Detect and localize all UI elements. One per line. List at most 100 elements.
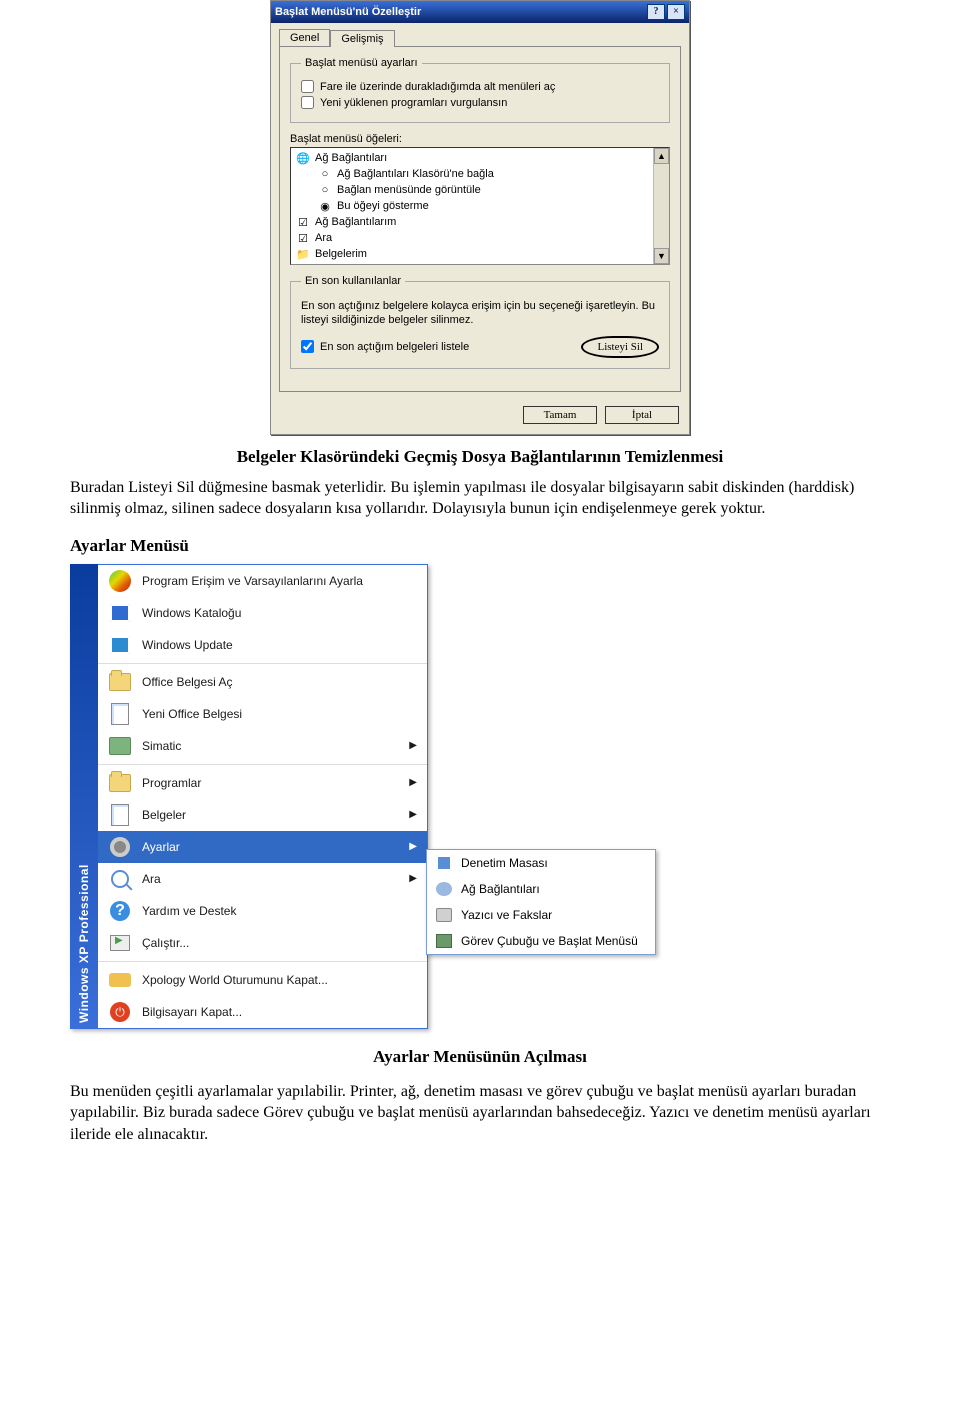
chevron-right-icon: ▶ <box>409 841 417 852</box>
dialog-titlebar[interactable]: Başlat Menüsü'nü Özelleştir ? × <box>271 1 689 23</box>
documents-icon <box>108 803 132 827</box>
taskbar-icon <box>435 932 453 950</box>
folder-icon: 📁 <box>295 247 311 261</box>
submenu-item-control-panel[interactable]: Denetim Masası <box>427 850 655 876</box>
section-heading: Belgeler Klasöründeki Geçmiş Dosya Bağla… <box>70 447 890 467</box>
list-item[interactable]: Belgelerim <box>315 248 367 260</box>
radio-icon[interactable]: ○ <box>317 167 333 181</box>
windows-update-icon <box>108 633 132 657</box>
new-document-icon <box>108 702 132 726</box>
list-item[interactable]: Ağ Bağlantıları Klasörü'ne bağla <box>337 168 494 180</box>
section-heading: Ayarlar Menüsü <box>70 536 890 556</box>
menu-item-search[interactable]: Ara ▶ <box>98 863 427 895</box>
programs-folder-icon <box>108 771 132 795</box>
chevron-right-icon: ▶ <box>409 740 417 751</box>
menu-item-shutdown[interactable]: ⏻Bilgisayarı Kapat... <box>98 996 427 1028</box>
menu-item-label: Windows Kataloğu <box>142 606 241 620</box>
menu-item-help[interactable]: ? Yardım ve Destek <box>98 895 427 927</box>
checkbox-checked-icon[interactable]: ☑ <box>295 231 311 245</box>
menu-item-label: Belgeler <box>142 808 186 822</box>
items-label: Başlat menüsü öğeleri: <box>290 133 670 145</box>
menu-item-open-office[interactable]: Office Belgesi Aç <box>98 666 427 698</box>
menu-item-label: Windows Update <box>142 638 233 652</box>
paragraph: Buradan Listeyi Sil düğmesine basmak yet… <box>70 477 890 520</box>
help-button[interactable]: ? <box>647 4 665 20</box>
network-icon: 🌐 <box>295 151 311 165</box>
checkbox-label: Yeni yüklenen programları vurgulansın <box>320 97 507 109</box>
submenu-label: Denetim Masası <box>461 856 548 870</box>
submenu-item-taskbar[interactable]: Görev Çubuğu ve Başlat Menüsü <box>427 928 655 954</box>
scrollbar[interactable]: ▲ ▼ <box>653 148 669 264</box>
submenu-item-printers[interactable]: Yazıcı ve Fakslar <box>427 902 655 928</box>
logoff-icon <box>108 968 132 992</box>
submenu-item-network[interactable]: Ağ Bağlantıları <box>427 876 655 902</box>
checkbox-label: En son açtığım belgeleri listele <box>320 341 469 353</box>
group-legend: En son kullanılanlar <box>301 275 405 287</box>
band-title: Windows XP <box>77 946 91 1023</box>
menu-item-simatic[interactable]: Simatic ▶ <box>98 730 427 762</box>
start-menu-band: Windows XP Professional <box>70 564 98 1029</box>
close-button[interactable]: × <box>667 4 685 20</box>
chevron-right-icon: ▶ <box>409 777 417 788</box>
start-menu-settings-group: Başlat menüsü ayarları Fare ile üzerinde… <box>290 57 670 123</box>
tab-advanced[interactable]: Gelişmiş <box>330 30 394 47</box>
menu-item-new-office[interactable]: Yeni Office Belgesi <box>98 698 427 730</box>
scroll-down-icon[interactable]: ▼ <box>654 248 669 264</box>
windows-icon <box>108 601 132 625</box>
dialog-title: Başlat Menüsü'nü Özelleştir <box>275 6 421 18</box>
radio-icon-selected[interactable]: ◉ <box>317 199 333 213</box>
list-item[interactable]: Ara <box>315 232 332 244</box>
menu-item-label: Ayarlar <box>142 840 180 854</box>
power-icon: ⏻ <box>108 1000 132 1024</box>
settings-submenu: Denetim Masası Ağ Bağlantıları Yazıcı ve… <box>426 849 656 955</box>
menu-item-label: Program Erişim ve Varsayılanlarını Ayarl… <box>142 574 363 588</box>
menu-item-run[interactable]: Çalıştır... <box>98 927 427 959</box>
list-item[interactable]: Bu öğeyi gösterme <box>337 200 429 212</box>
menu-item-programs[interactable]: Programlar ▶ <box>98 767 427 799</box>
printer-icon <box>435 906 453 924</box>
chevron-right-icon: ▶ <box>409 809 417 820</box>
menu-item-program-access[interactable]: Program Erişim ve Varsayılanlarını Ayarl… <box>98 565 427 597</box>
folder-open-icon <box>108 670 132 694</box>
checkbox-list-recent[interactable] <box>301 340 314 353</box>
scroll-up-icon[interactable]: ▲ <box>654 148 669 164</box>
start-menu-items-list[interactable]: 🌐 Ağ Bağlantıları ○ Ağ Bağlantıları Klasör… <box>290 147 670 265</box>
menu-item-label: Programlar <box>142 776 201 790</box>
radio-icon[interactable]: ○ <box>317 183 333 197</box>
menu-item-label: Yardım ve Destek <box>142 904 236 918</box>
menu-item-documents[interactable]: Belgeler ▶ <box>98 799 427 831</box>
cancel-button[interactable]: İptal <box>605 406 679 424</box>
simatic-icon <box>108 734 132 758</box>
menu-item-label: Simatic <box>142 739 181 753</box>
tab-general[interactable]: Genel <box>279 29 330 46</box>
menu-item-windows-catalog[interactable]: Windows Kataloğu <box>98 597 427 629</box>
group-legend: Başlat menüsü ayarları <box>301 57 422 69</box>
help-icon: ? <box>108 899 132 923</box>
list-item[interactable]: Bağlan menüsünde görüntüle <box>337 184 481 196</box>
menu-item-label: Office Belgesi Aç <box>142 675 233 689</box>
submenu-label: Ağ Bağlantıları <box>461 882 540 896</box>
menu-item-settings[interactable]: Ayarlar ▶ <box>98 831 427 863</box>
menu-item-label: Ara <box>142 872 161 886</box>
menu-item-label: Yeni Office Belgesi <box>142 707 242 721</box>
submenu-label: Görev Çubuğu ve Başlat Menüsü <box>461 934 638 948</box>
network-icon <box>435 880 453 898</box>
recent-description: En son açtığınız belgelere kolayca erişi… <box>301 299 659 328</box>
menu-item-logoff[interactable]: Xpology World Oturumunu Kapat... <box>98 964 427 996</box>
recent-documents-group: En son kullanılanlar En son açtığınız be… <box>290 275 670 369</box>
control-panel-icon <box>435 854 453 872</box>
search-icon <box>108 867 132 891</box>
checkbox-highlight-new[interactable] <box>301 96 314 109</box>
clear-list-button[interactable]: Listeyi Sil <box>581 336 659 358</box>
list-item[interactable]: Ağ Bağlantıları <box>315 152 387 164</box>
chevron-right-icon: ▶ <box>409 873 417 884</box>
menu-item-label: Çalıştır... <box>142 936 189 950</box>
menu-item-label: Xpology World Oturumunu Kapat... <box>142 973 328 987</box>
checkbox-checked-icon[interactable]: ☑ <box>295 215 311 229</box>
start-menu: Windows XP Professional Program Erişim v… <box>70 564 428 1029</box>
submenu-label: Yazıcı ve Fakslar <box>461 908 552 922</box>
ok-button[interactable]: Tamam <box>523 406 597 424</box>
menu-item-windows-update[interactable]: Windows Update <box>98 629 427 661</box>
list-item[interactable]: Ağ Bağlantılarım <box>315 216 396 228</box>
checkbox-open-submenus-hover[interactable] <box>301 80 314 93</box>
